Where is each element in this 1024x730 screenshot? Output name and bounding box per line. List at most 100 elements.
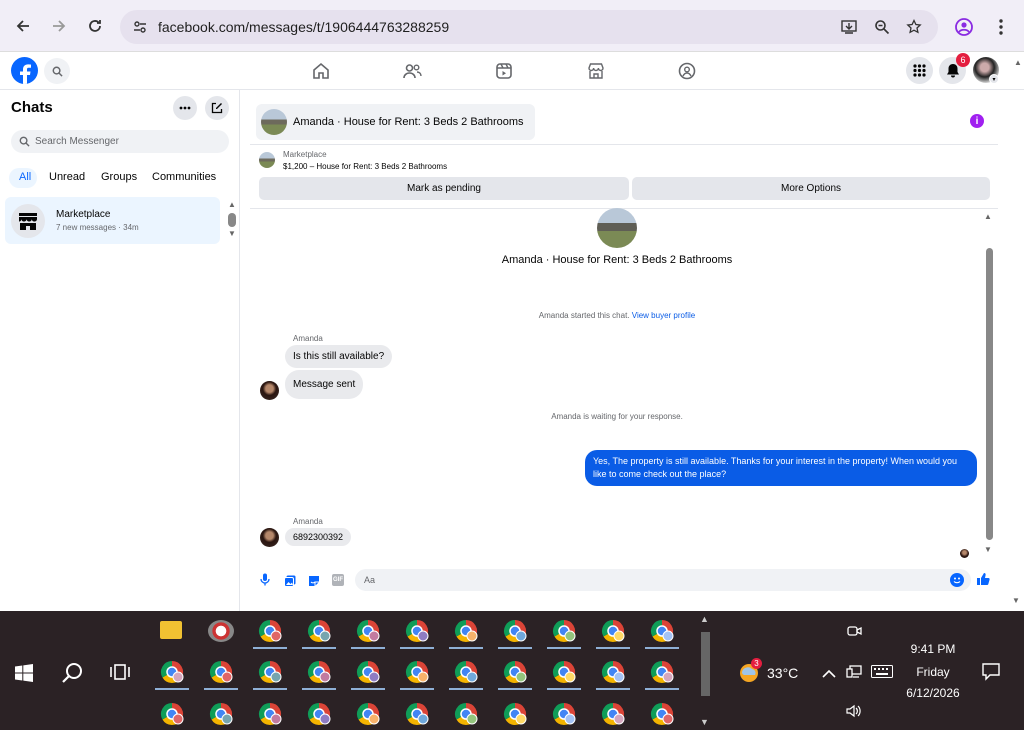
friends-icon[interactable] (403, 62, 422, 85)
running-indicator (400, 647, 434, 649)
keyboard-icon[interactable] (871, 665, 893, 683)
gif-icon[interactable]: GIF (332, 574, 344, 586)
message-input[interactable]: Aa (355, 569, 971, 591)
zoom-icon[interactable] (873, 18, 891, 36)
url-text[interactable]: facebook.com/messages/t/1906444763288259 (158, 19, 449, 35)
back-icon[interactable] (11, 14, 35, 38)
clock-day[interactable]: Friday (900, 665, 966, 679)
chrome-profile-icon[interactable] (304, 702, 331, 729)
action-center-icon[interactable] (982, 663, 1000, 686)
list-scroll-up-icon[interactable]: ▲ (228, 200, 236, 209)
profile-icon[interactable] (954, 17, 974, 37)
messages-scroll-down-icon[interactable]: ▼ (984, 545, 992, 554)
volume-icon[interactable] (846, 704, 862, 723)
chrome-profile-icon[interactable] (253, 660, 287, 690)
chrome-profile-icon[interactable] (500, 702, 527, 729)
account-chevron-icon[interactable]: ▾ (989, 74, 999, 84)
page-scroll-up-icon[interactable]: ▲ (1014, 58, 1022, 67)
more-menu-icon[interactable] (993, 17, 1009, 37)
filter-communities[interactable]: Communities (152, 171, 216, 183)
chrome-profile-icon[interactable] (451, 702, 478, 729)
chrome-profile-icon[interactable] (402, 702, 429, 729)
marketplace-icon[interactable] (587, 62, 605, 85)
forward-icon[interactable] (47, 14, 71, 38)
chat-name: Marketplace (56, 209, 111, 220)
clock-time[interactable]: 9:41 PM (900, 642, 966, 656)
weather-badge: 3 (751, 658, 762, 669)
conversation-header[interactable]: Amanda · House for Rent: 3 Beds 2 Bathro… (256, 104, 535, 140)
taskbar-scroll-thumb[interactable] (701, 632, 710, 696)
windows-start-icon[interactable] (15, 664, 33, 687)
chrome-profile-icon[interactable] (400, 619, 434, 649)
network-icon[interactable] (846, 665, 862, 684)
chrome-profile-icon[interactable] (351, 619, 385, 649)
page-scroll-down-icon[interactable]: ▼ (1012, 596, 1020, 605)
reload-icon[interactable] (83, 14, 107, 38)
clock-date[interactable]: 6/12/2026 (900, 686, 966, 700)
install-app-icon[interactable] (840, 18, 858, 36)
chrome-profile-icon[interactable] (647, 702, 674, 729)
list-scrollbar-thumb[interactable] (228, 213, 236, 227)
chrome-profile-icon[interactable] (302, 619, 336, 649)
address-bar[interactable]: facebook.com/messages/t/1906444763288259 (120, 10, 938, 44)
menu-grid-icon[interactable] (906, 57, 933, 84)
chrome-profile-icon[interactable] (400, 660, 434, 690)
chrome-profile-icon[interactable] (204, 660, 238, 690)
tray-overflow-chevron-icon[interactable] (822, 666, 836, 684)
incoming-message: Message sent (285, 370, 364, 399)
bookmark-star-icon[interactable] (905, 18, 923, 36)
task-view-icon[interactable] (110, 662, 130, 687)
emoji-icon[interactable] (950, 573, 964, 587)
chrome-profile-icon[interactable] (596, 660, 630, 690)
info-icon[interactable]: i (970, 114, 984, 128)
conversation-avatar (597, 208, 637, 248)
more-options-button[interactable]: More Options (632, 177, 990, 200)
search-icon[interactable] (44, 58, 70, 84)
video-icon[interactable] (495, 62, 513, 85)
chrome-profile-icon[interactable] (645, 660, 679, 690)
site-settings-icon[interactable] (132, 19, 148, 35)
new-message-icon[interactable] (205, 96, 229, 120)
chrome-profile-icon[interactable] (449, 619, 483, 649)
temperature[interactable]: 33°C (767, 665, 798, 681)
view-buyer-profile-link[interactable]: View buyer profile (632, 311, 695, 320)
chats-options-icon[interactable] (173, 96, 197, 120)
chrome-profile-icon[interactable] (302, 660, 336, 690)
sticker-icon[interactable] (308, 574, 320, 592)
filter-groups[interactable]: Groups (101, 171, 137, 183)
chrome-profile-icon[interactable] (449, 660, 483, 690)
messages-scroll-up-icon[interactable]: ▲ (984, 212, 992, 221)
chrome-profile-icon[interactable] (598, 702, 625, 729)
like-thumb-icon[interactable] (976, 572, 990, 591)
chrome-profile-icon[interactable] (155, 660, 189, 690)
chrome-profile-icon[interactable] (206, 702, 233, 729)
chrome-profile-icon[interactable] (253, 619, 287, 649)
search-messenger-field[interactable]: Search Messenger (11, 130, 229, 153)
chrome-profile-icon[interactable] (547, 619, 581, 649)
filter-unread[interactable]: Unread (49, 171, 85, 183)
chrome-profile-icon[interactable] (157, 702, 184, 729)
list-scroll-down-icon[interactable]: ▼ (228, 229, 236, 238)
mark-as-pending-button[interactable]: Mark as pending (259, 177, 629, 200)
photo-icon[interactable] (284, 574, 296, 592)
chrome-profile-icon[interactable] (645, 619, 679, 649)
chrome-profile-icon[interactable] (255, 702, 282, 729)
messages-scrollbar-thumb[interactable] (986, 248, 993, 540)
home-icon[interactable] (312, 62, 330, 85)
meet-now-icon[interactable] (846, 624, 862, 643)
marketplace-label: Marketplace (283, 150, 327, 159)
groups-icon[interactable] (678, 62, 696, 85)
microphone-icon[interactable] (260, 573, 270, 591)
taskbar-search-icon[interactable] (61, 662, 83, 689)
chrome-profile-icon[interactable] (353, 702, 380, 729)
chrome-profile-icon[interactable] (498, 619, 532, 649)
chrome-profile-icon[interactable] (547, 660, 581, 690)
chrome-profile-icon[interactable] (498, 660, 532, 690)
filter-all[interactable]: All (19, 171, 31, 183)
chrome-profile-icon[interactable] (549, 702, 576, 729)
chrome-profile-icon[interactable] (596, 619, 630, 649)
chat-list-item[interactable]: Marketplace 7 new messages · 34m (5, 197, 220, 244)
taskbar-overflow-scroll[interactable]: ▲ ▼ (698, 614, 712, 727)
chrome-profile-icon[interactable] (351, 660, 385, 690)
facebook-logo-icon[interactable] (11, 57, 38, 84)
